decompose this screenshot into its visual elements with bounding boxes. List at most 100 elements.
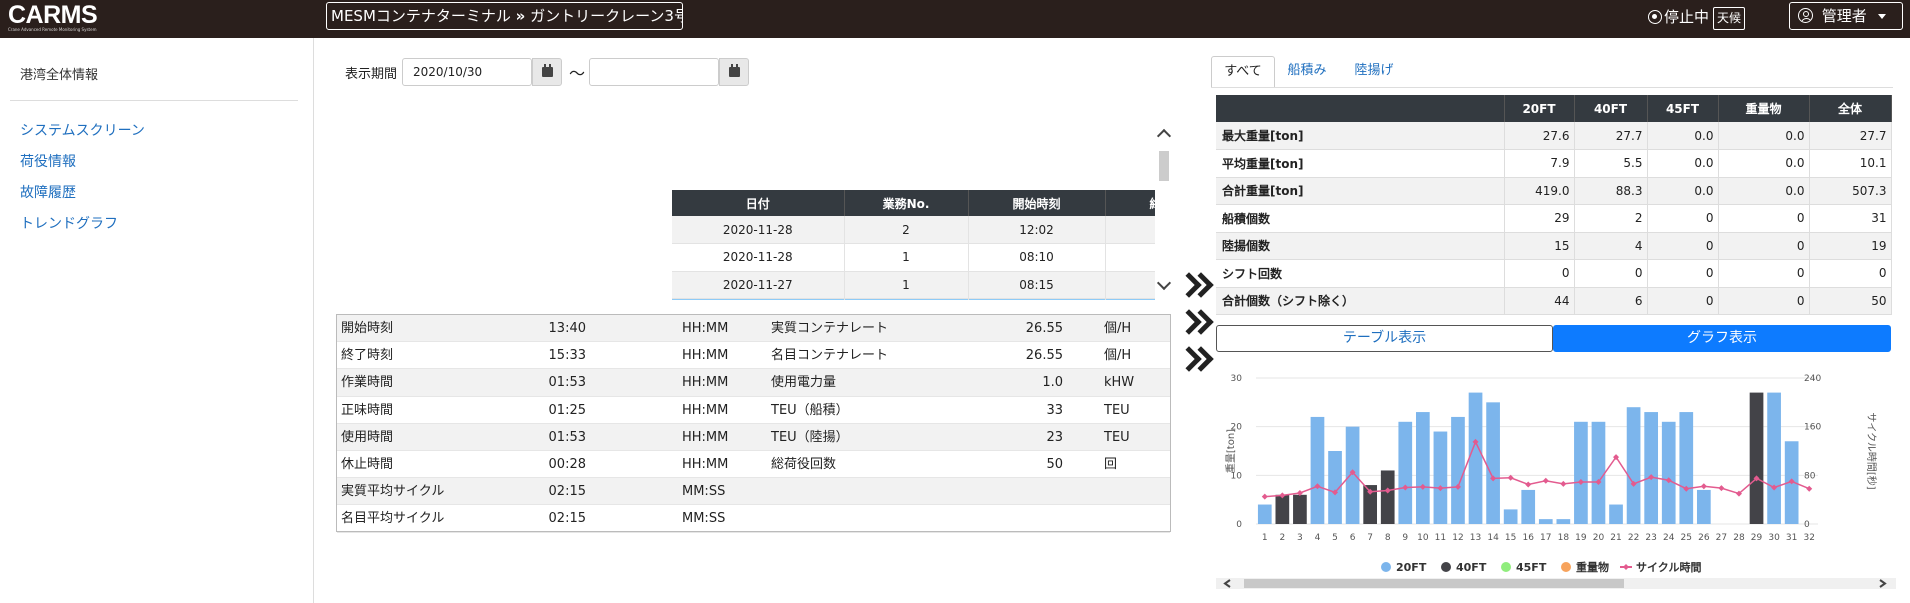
date-cell: 2020-11-27 [672,271,845,299]
table-row[interactable]: 2020-11-28212:0214:06 [672,216,1155,244]
chevron-up-icon[interactable] [1156,128,1172,144]
weather-button[interactable]: 天候 [1713,7,1745,30]
terminal-crane-select[interactable]: MESMコンテナターミナル » ガントリークレーン3号機 [326,2,683,30]
tab-all[interactable]: すべて [1211,56,1275,88]
bar-40FT[interactable] [1275,494,1290,524]
bar-20FT[interactable] [1679,412,1694,524]
table-row[interactable]: 2020-11-28108:1011:47 [672,243,1155,272]
table-header-row: 日付業務No.開始時刻終了時刻会社運転者 [672,190,1155,216]
legend-item[interactable]: 45FT [1501,561,1547,574]
table-row: 平均重量[ton] 7.9 5.5 0.0 0.0 10.1 [1216,149,1892,178]
bar-20FT[interactable] [1696,489,1711,524]
legend-item[interactable]: 20FT [1381,561,1427,574]
stat-value: 26.55 [1025,321,1063,336]
cycle-time-point[interactable] [1700,483,1707,490]
table-row[interactable]: 2020-11-26213:4015:33 [672,298,1155,300]
stat-value: 50 [1046,457,1063,472]
start-date-input[interactable]: 2020/10/30 [402,58,532,86]
cycle-time-point[interactable] [1560,480,1567,487]
column-header[interactable]: 開始時刻 [968,190,1106,216]
sidebar: 港湾全体情報 システムスクリーン 荷役情報 故障履歴 トレンドグラフ [0,38,314,603]
stat-row: 終了時刻 15:33 HH:MM 名目コンテナレート 26.55 個/H [337,342,1170,370]
bar-20FT[interactable] [1556,519,1571,524]
bar-20FT[interactable] [1433,431,1448,524]
x-tick-label: 20 [1593,533,1605,543]
x-tick-label: 28 [1733,533,1745,543]
stat-value: 02:15 [548,511,586,527]
user-name: 管理者 [1821,7,1867,25]
end-date-input[interactable] [589,58,719,86]
table-view-button[interactable]: テーブル表示 [1216,325,1553,352]
start-time-cell: 13:40 [968,298,1106,300]
bar-20FT[interactable] [1468,392,1483,524]
legend-item[interactable]: サイクル時間 [1620,560,1701,574]
stat-value: 23 [1046,429,1063,445]
bar-20FT[interactable] [1538,519,1553,524]
tab-unloading[interactable]: 陸揚げ [1342,56,1406,88]
double-chevron-right-icon [1176,271,1214,299]
calendar-icon [542,64,553,77]
legend-item[interactable]: 40FT [1441,561,1487,574]
bar-20FT[interactable] [1486,402,1500,524]
stat-unit: MM:SS [682,484,726,500]
end-date-calendar-button[interactable] [719,58,749,86]
double-chevron-right-icon [1176,308,1214,336]
bar-40FT[interactable] [1293,494,1307,524]
x-tick-label: 4 [1315,533,1321,543]
bar-20FT[interactable] [1398,421,1413,524]
cycle-time-point[interactable] [1525,481,1532,488]
chevron-down-icon[interactable] [1156,275,1172,291]
sidebar-item-system-screen[interactable]: システムスクリーン [20,120,145,140]
user-menu[interactable]: 管理者 [1789,2,1903,30]
bar-20FT[interactable] [1574,421,1588,524]
sidebar-item-trend-graph[interactable]: トレンドグラフ [20,213,118,233]
cycle-time-point[interactable] [1542,477,1549,484]
bar-20FT[interactable] [1310,416,1325,524]
legend-label: サイクル時間 [1636,560,1701,574]
list-scrollbar[interactable] [1156,121,1172,301]
double-chevron-right-icon: » [515,7,526,25]
bar-20FT[interactable] [1521,489,1536,524]
bar-40FT[interactable] [1749,392,1764,524]
cycle-time-point[interactable] [1718,485,1725,492]
bar-20FT[interactable] [1451,416,1465,524]
bar-20FT[interactable] [1609,504,1623,524]
bar-20FT[interactable] [1767,392,1781,524]
stat-row: 使用時間 01:53 HH:MM TEU（陸揚） 23 TEU [337,423,1170,451]
scrollbar-thumb[interactable] [1159,151,1169,181]
table-row[interactable]: 2020-11-27108:1510:04 [672,271,1155,299]
stat-label: 作業時間 [341,375,394,391]
bar-20FT[interactable] [1257,504,1272,524]
sidebar-divider [10,100,298,101]
legend-item[interactable]: 重量物 [1561,560,1609,574]
stat-row: 正味時間 01:25 HH:MM TEU（船積） 33 TEU [337,397,1170,424]
start-date-calendar-button[interactable] [532,58,562,86]
bar-20FT[interactable] [1661,421,1676,524]
bar-20FT[interactable] [1503,509,1518,524]
stat-label: TEU（陸揚） [771,429,849,445]
sidebar-item-cargo-info[interactable]: 荷役情報 [20,151,76,171]
end-time-cell: 15:33 [1105,298,1155,300]
sidebar-item-fault-history[interactable]: 故障履歴 [20,182,76,202]
bar-20FT[interactable] [1626,407,1641,524]
column-header[interactable]: 終了時刻 [1105,190,1155,216]
logo[interactable]: CARMS Crane Advanced Remote Monitoring S… [8,3,108,35]
cycle-time-point[interactable] [1261,493,1268,500]
chart-scrollbar-thumb[interactable] [1244,579,1624,588]
bar-20FT[interactable] [1415,412,1430,524]
bar-20FT[interactable] [1345,426,1360,524]
bar-20FT[interactable] [1591,421,1606,524]
value-cell: 419.0 [1504,177,1575,205]
column-header[interactable]: 業務No. [844,190,969,216]
x-tick-label: 12 [1452,533,1463,543]
graph-view-button[interactable]: グラフ表示 [1553,325,1891,352]
sidebar-item-overview[interactable]: 港湾全体情報 [20,64,98,83]
column-header: 40FT [1574,95,1648,122]
tab-loading[interactable]: 船積み [1275,56,1339,88]
terminal-name: MESMコンテナターミナル [331,7,511,25]
stat-label: 名目コンテナレート [771,348,889,364]
bar-20FT[interactable] [1644,412,1659,524]
column-header[interactable]: 日付 [672,190,845,216]
cycle-time-point[interactable] [1806,485,1813,492]
bar-40FT[interactable] [1380,470,1395,524]
